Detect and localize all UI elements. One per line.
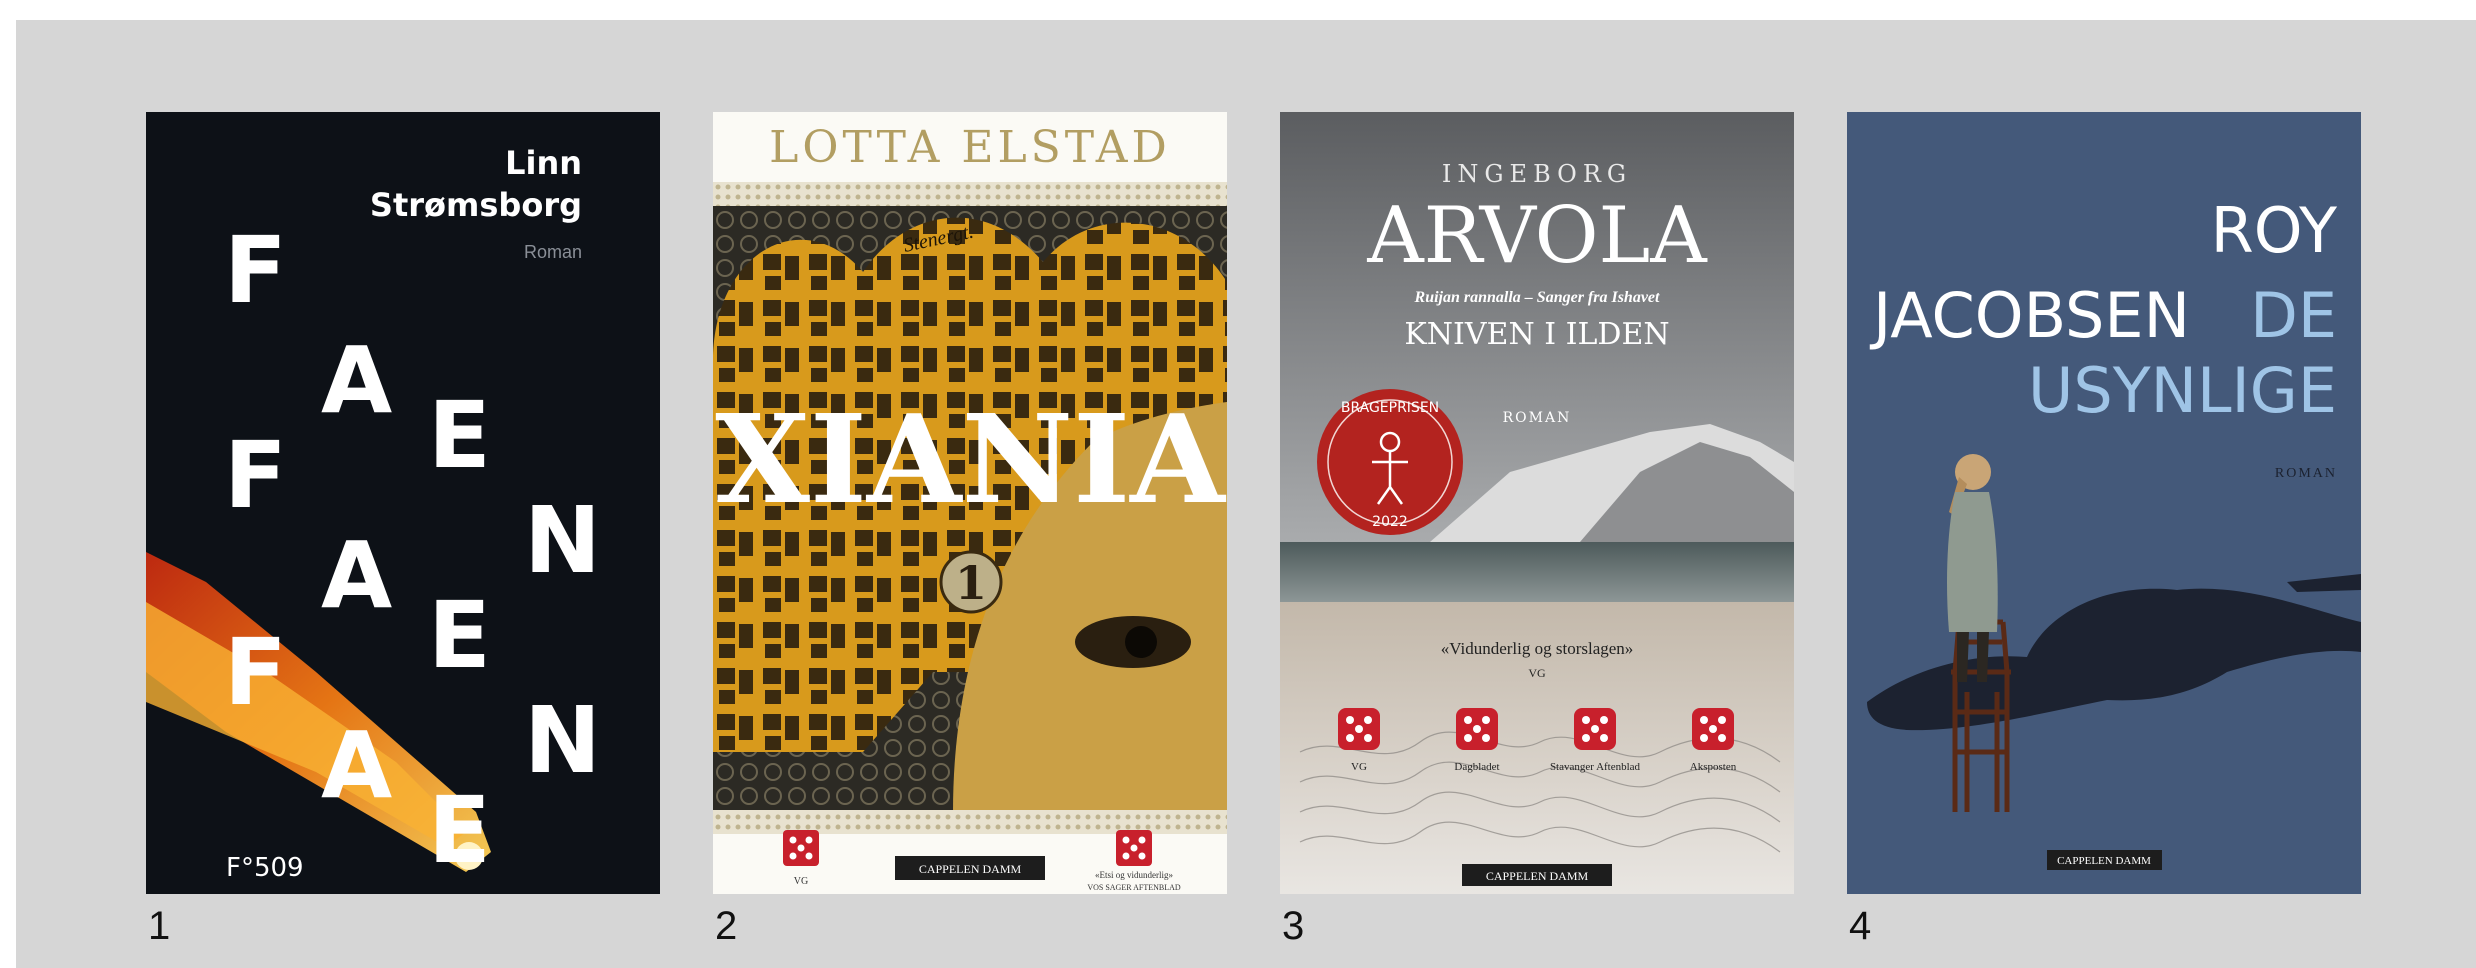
book-gallery: F A E N F A E N F A E N Linn Strømsborg [16, 20, 2476, 968]
book-title: KNIVEN I ILDEN [1404, 317, 1669, 352]
title-letter: N [524, 487, 601, 594]
title-letter: F [224, 422, 287, 529]
review-source: VOS SAGER AFTENBLAD [1087, 883, 1181, 892]
genre-label: ROMAN [2275, 466, 2337, 481]
author-last: JACOBSEN [1869, 279, 2190, 352]
book-cover-3[interactable]: INGEBORG ARVOLA Ruijan rannalla – Sanger… [1280, 112, 1794, 894]
author-last: Strømsborg [370, 186, 582, 224]
cover-art-xiania: LOTTA ELSTAD Stenergt. XIANIA 1 VG CAPPE… [713, 112, 1227, 894]
svg-text:CAPPELEN DAMM: CAPPELEN DAMM [2057, 855, 2151, 867]
title-letter: E [428, 382, 491, 489]
title-letter: E [428, 777, 491, 884]
title-letter: N [524, 687, 601, 794]
book-title-2: USYNLIGE [2028, 354, 2337, 427]
review-quote: «Vidunderlig og storslagen» [1441, 639, 1634, 658]
author-first: INGEBORG [1442, 160, 1632, 188]
review-outlet: Dagbladet [1454, 761, 1499, 773]
book-number: 1 [148, 904, 171, 948]
review-source: VG [1528, 666, 1546, 680]
title-letter: A [321, 712, 392, 819]
title-letter: F [224, 217, 287, 324]
cover-art-faen: F A E N F A E N F A E N Linn Strømsborg [146, 112, 660, 894]
book-title-1: DE [2250, 279, 2337, 352]
dice-source: VG [794, 876, 808, 887]
series-title: Ruijan rannalla – Sanger fra Ishavet [1414, 289, 1661, 306]
title-letter: E [428, 582, 491, 689]
genre-label: Roman [524, 242, 582, 262]
title-letter: F [224, 619, 287, 726]
book-cover-4[interactable]: ROY JACOBSEN DE USYNLIGE ROMAN CAPPELEN … [1847, 112, 2361, 894]
book-number: 3 [1282, 904, 1305, 948]
svg-text:CAPPELEN DAMM: CAPPELEN DAMM [919, 862, 1022, 876]
book-cover-2[interactable]: LOTTA ELSTAD Stenergt. XIANIA 1 VG CAPPE… [713, 112, 1227, 894]
author-name: LOTTA ELSTAD [769, 122, 1171, 173]
review-outlet: Stavanger Aftenblad [1550, 761, 1641, 773]
author-first: ROY [2211, 194, 2337, 267]
title-letter: A [321, 522, 392, 629]
book-item-2[interactable]: LOTTA ELSTAD Stenergt. XIANIA 1 VG CAPPE… [713, 112, 1227, 946]
title-letter: A [321, 327, 392, 434]
author-first: Linn [505, 144, 582, 182]
volume-number: 1 [955, 556, 987, 610]
book-title: XIANIA [715, 387, 1227, 531]
publisher-logo: F°509 [226, 853, 304, 883]
review-outlet: VG [1351, 761, 1367, 773]
review-quote: «Etsi og vidunderlig» [1095, 870, 1173, 880]
book-number: 4 [1849, 904, 1872, 948]
book-cover-1[interactable]: F A E N F A E N F A E N Linn Strømsborg [146, 112, 660, 894]
cover-art-arvola: INGEBORG ARVOLA Ruijan rannalla – Sanger… [1280, 112, 1794, 894]
svg-text:CAPPELEN DAMM: CAPPELEN DAMM [1486, 869, 1589, 883]
award-name: BRAGEPRISEN [1341, 400, 1439, 416]
award-year: 2022 [1372, 514, 1408, 530]
book-item-4[interactable]: ROY JACOBSEN DE USYNLIGE ROMAN CAPPELEN … [1847, 112, 2361, 946]
author-last: ARVOLA [1366, 191, 1708, 281]
review-outlet: Aksposten [1690, 761, 1737, 773]
cover-art-usynlige: ROY JACOBSEN DE USYNLIGE ROMAN CAPPELEN … [1847, 112, 2361, 894]
book-number: 2 [715, 904, 738, 948]
genre-label: ROMAN [1503, 410, 1572, 426]
book-item-3[interactable]: INGEBORG ARVOLA Ruijan rannalla – Sanger… [1280, 112, 1794, 946]
title-letter: N [524, 887, 601, 894]
book-item-1[interactable]: F A E N F A E N F A E N Linn Strømsborg [146, 112, 660, 946]
